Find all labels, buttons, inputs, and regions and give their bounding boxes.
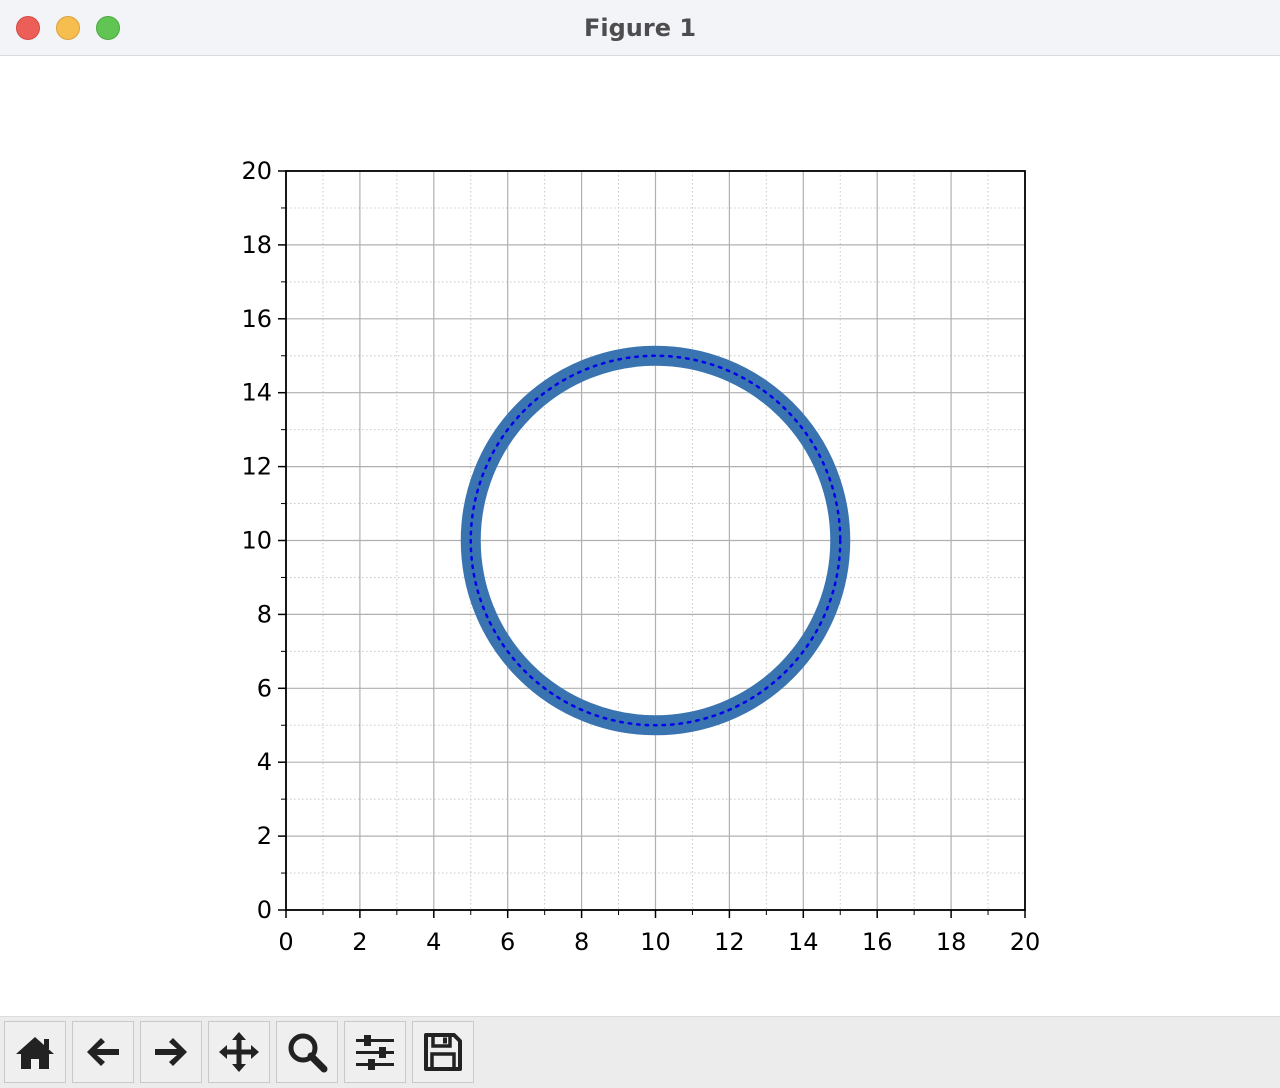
x-tick-label: 18 — [936, 928, 967, 956]
x-tick-label: 4 — [426, 928, 441, 956]
x-tick-label: 10 — [640, 928, 671, 956]
window-title: Figure 1 — [583, 14, 697, 42]
x-tick-label: 2 — [352, 928, 367, 956]
y-tick-label: 6 — [257, 674, 272, 702]
magnifier-icon — [288, 1033, 328, 1073]
y-tick-label: 8 — [257, 600, 272, 628]
x-tick-label: 14 — [788, 928, 819, 956]
arrow-right-icon — [155, 1038, 187, 1066]
x-tick-label: 12 — [714, 928, 745, 956]
home-icon — [16, 1037, 54, 1069]
y-tick-label: 20 — [241, 157, 272, 185]
figure-canvas[interactable]: 0 2 4 6 8 10 12 14 16 18 20 0 2 4 6 8 10 12 14 16 18 20 — [0, 57, 1280, 1016]
y-tick-label: 16 — [241, 305, 272, 333]
plot-svg[interactable]: 0 2 4 6 8 10 12 14 16 18 20 0 2 4 6 8 10 12 14 16 18 20 — [0, 57, 1280, 1016]
axis-ticks — [278, 170, 1026, 918]
y-tick-label: 12 — [241, 453, 272, 481]
figure-window: Figure 1 0 2 4 6 8 10 12 14 16 18 20 0 2 4 6 8 10 12 14 16 1… — [0, 0, 1280, 1088]
y-tick-label: 0 — [257, 896, 272, 924]
y-tick-label: 10 — [241, 527, 272, 555]
zoom-button[interactable] — [276, 1021, 338, 1083]
x-tick-label: 8 — [574, 928, 589, 956]
pan-button[interactable] — [208, 1021, 270, 1083]
floppy-disk-icon — [424, 1033, 462, 1071]
y-tick-label: 4 — [257, 748, 272, 776]
arrow-left-icon — [87, 1038, 119, 1066]
x-tick-label: 16 — [862, 928, 893, 956]
x-tick-label: 0 — [278, 928, 293, 956]
move-icon — [219, 1032, 259, 1072]
sliders-icon — [356, 1035, 394, 1070]
home-button[interactable] — [4, 1021, 66, 1083]
y-tick-label: 2 — [257, 822, 272, 850]
forward-button[interactable] — [140, 1021, 202, 1083]
title-bar: Figure 1 — [0, 0, 1280, 56]
x-tick-label: 20 — [1010, 928, 1041, 956]
y-tick-label: 14 — [241, 379, 272, 407]
save-button[interactable] — [412, 1021, 474, 1083]
back-button[interactable] — [72, 1021, 134, 1083]
configure-subplots-button[interactable] — [344, 1021, 406, 1083]
y-tick-label: 18 — [241, 231, 272, 259]
navigation-toolbar — [0, 1016, 1280, 1088]
x-tick-label: 6 — [500, 928, 515, 956]
